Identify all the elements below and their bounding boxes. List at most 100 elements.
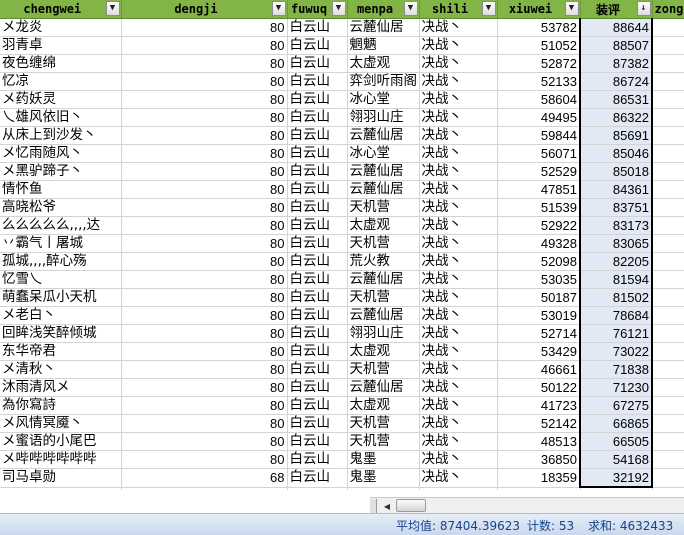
table-cell[interactable]: 85018	[579, 162, 653, 181]
table-cell[interactable]	[652, 252, 684, 271]
table-cell[interactable]: 73022	[579, 342, 653, 361]
table-cell[interactable]: 决战丶	[419, 90, 498, 109]
table-cell[interactable]: メ风情冥魇丶	[0, 414, 122, 433]
table-cell[interactable]: 白云山	[287, 468, 348, 488]
table-cell[interactable]: 49328	[497, 234, 581, 253]
table-cell[interactable]: 80	[121, 324, 288, 343]
table-cell[interactable]: 67275	[579, 396, 653, 415]
table-cell[interactable]: 白云山	[287, 450, 348, 469]
sort-desc-filter-icon[interactable]: ↓	[636, 1, 651, 16]
table-cell[interactable]: 52714	[497, 324, 581, 343]
table-cell[interactable]: 86724	[579, 72, 653, 91]
table-cell[interactable]	[652, 432, 684, 451]
empty-cell[interactable]	[580, 487, 653, 490]
table-cell[interactable]: 80	[121, 198, 288, 217]
table-cell[interactable]: 85046	[579, 144, 653, 163]
table-cell[interactable]	[652, 378, 684, 397]
table-cell[interactable]: メ药妖灵	[0, 90, 122, 109]
table-cell[interactable]	[652, 306, 684, 325]
table-cell[interactable]: 80	[121, 288, 288, 307]
table-cell[interactable]: 么么么么么,,,,达	[0, 216, 122, 235]
table-cell[interactable]: 魍魉	[347, 36, 420, 55]
table-cell[interactable]: 决战丶	[419, 468, 498, 488]
table-cell[interactable]: 云麓仙居	[347, 162, 420, 181]
table-cell[interactable]: 53019	[497, 306, 581, 325]
empty-cell[interactable]	[497, 487, 581, 490]
table-cell[interactable]: 白云山	[287, 234, 348, 253]
table-cell[interactable]: 从床上到沙发丶	[0, 126, 122, 145]
table-cell[interactable]: 太虚观	[347, 54, 420, 73]
dropdown-arrow-icon[interactable]: ▼	[271, 1, 286, 16]
table-cell[interactable]: 决战丶	[419, 54, 498, 73]
table-cell[interactable]: 84361	[579, 180, 653, 199]
table-cell[interactable]: 白云山	[287, 342, 348, 361]
table-cell[interactable]: 决战丶	[419, 342, 498, 361]
empty-cell[interactable]	[419, 487, 498, 490]
table-cell[interactable]: 云麓仙居	[347, 18, 420, 37]
table-cell[interactable]: 白云山	[287, 414, 348, 433]
table-cell[interactable]: 天机营	[347, 198, 420, 217]
table-cell[interactable]: 56071	[497, 144, 581, 163]
table-cell[interactable]: 80	[121, 450, 288, 469]
table-cell[interactable]: 80	[121, 90, 288, 109]
table-cell[interactable]	[652, 162, 684, 181]
table-cell[interactable]: 云麓仙居	[347, 126, 420, 145]
table-cell[interactable]: 80	[121, 72, 288, 91]
table-cell[interactable]: 52872	[497, 54, 581, 73]
table-cell[interactable]	[652, 234, 684, 253]
table-cell[interactable]: 59844	[497, 126, 581, 145]
table-cell[interactable]: 决战丶	[419, 324, 498, 343]
table-cell[interactable]: 52142	[497, 414, 581, 433]
table-cell[interactable]	[652, 144, 684, 163]
table-cell[interactable]: 82205	[579, 252, 653, 271]
table-cell[interactable]: 81594	[579, 270, 653, 289]
table-cell[interactable]: 68	[121, 468, 288, 488]
table-cell[interactable]	[652, 72, 684, 91]
table-cell[interactable]: 鬼墨	[347, 468, 420, 488]
table-cell[interactable]: 52529	[497, 162, 581, 181]
table-cell[interactable]: 白云山	[287, 198, 348, 217]
table-cell[interactable]: 忆雪乀	[0, 270, 122, 289]
table-cell[interactable]: 41723	[497, 396, 581, 415]
table-cell[interactable]: メ清秋丶	[0, 360, 122, 379]
table-cell[interactable]: 白云山	[287, 378, 348, 397]
empty-cell[interactable]	[287, 487, 348, 490]
table-cell[interactable]: 白云山	[287, 324, 348, 343]
table-cell[interactable]: 71230	[579, 378, 653, 397]
table-cell[interactable]: 决战丶	[419, 72, 498, 91]
table-cell[interactable]: 53782	[497, 18, 581, 37]
table-cell[interactable]: 80	[121, 162, 288, 181]
empty-cell[interactable]	[347, 487, 420, 490]
table-cell[interactable]: 白云山	[287, 72, 348, 91]
table-cell[interactable]	[652, 396, 684, 415]
table-cell[interactable]	[652, 324, 684, 343]
table-cell[interactable]: 80	[121, 126, 288, 145]
table-cell[interactable]: 白云山	[287, 270, 348, 289]
table-cell[interactable]: 沐雨清风メ	[0, 378, 122, 397]
table-cell[interactable]: 丷霸气丨屠城	[0, 234, 122, 253]
table-cell[interactable]: 78684	[579, 306, 653, 325]
table-cell[interactable]: 天机营	[347, 414, 420, 433]
table-cell[interactable]: 白云山	[287, 180, 348, 199]
dropdown-arrow-icon[interactable]: ▼	[481, 1, 496, 16]
empty-cell[interactable]	[121, 487, 288, 490]
table-cell[interactable]: 49495	[497, 108, 581, 127]
table-cell[interactable]: 决战丶	[419, 216, 498, 235]
table-cell[interactable]: 80	[121, 36, 288, 55]
scroll-left-icon[interactable]: ◀	[380, 499, 394, 513]
table-cell[interactable]: 天机营	[347, 360, 420, 379]
table-cell[interactable]: 80	[121, 342, 288, 361]
table-cell[interactable]: 冰心堂	[347, 144, 420, 163]
table-cell[interactable]: 决战丶	[419, 252, 498, 271]
table-cell[interactable]	[652, 90, 684, 109]
table-cell[interactable]: 决战丶	[419, 396, 498, 415]
table-cell[interactable]: 太虚观	[347, 216, 420, 235]
table-cell[interactable]: 80	[121, 396, 288, 415]
table-cell[interactable]	[652, 216, 684, 235]
table-cell[interactable]: メ黑驴蹄子丶	[0, 162, 122, 181]
table-cell[interactable]: 51052	[497, 36, 581, 55]
dropdown-arrow-icon[interactable]: ▼	[331, 1, 346, 16]
table-cell[interactable]	[652, 414, 684, 433]
table-cell[interactable]: 80	[121, 252, 288, 271]
table-cell[interactable]	[652, 54, 684, 73]
